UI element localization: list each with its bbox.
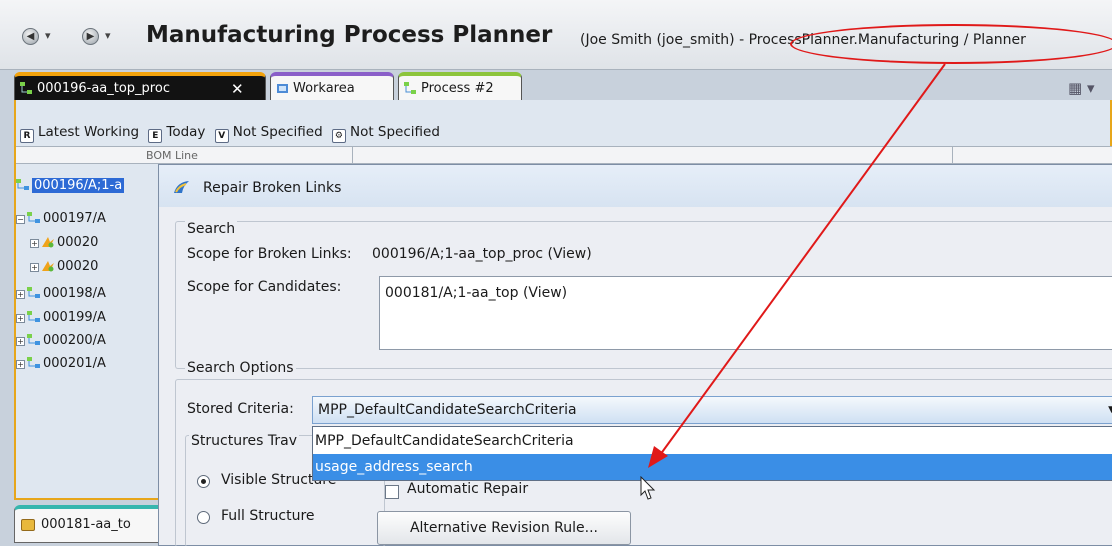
process-structure-icon — [404, 82, 416, 94]
alternative-revision-rule-button[interactable]: Alternative Revision Rule... — [377, 511, 631, 545]
workarea-icon — [277, 84, 288, 93]
scope-broken-links-label: Scope for Broken Links: — [187, 246, 352, 262]
expand-icon[interactable]: + — [16, 290, 25, 299]
variant-icon: V — [214, 129, 229, 143]
back-arrow-icon[interactable]: ◀ — [22, 28, 39, 45]
visible-structure-radio[interactable] — [197, 475, 210, 488]
collapse-icon[interactable]: − — [16, 215, 25, 224]
stored-criteria-value: MPP_DefaultCandidateSearchCriteria — [318, 402, 577, 418]
tab-process-2[interactable]: Process #2 — [398, 72, 522, 100]
layout-menu-icon[interactable]: ▦ ▾ — [1068, 79, 1094, 97]
tree-row-label: 00020 — [57, 259, 99, 274]
process-structure-icon — [27, 212, 40, 223]
dropdown-option-highlighted[interactable]: usage_address_search — [313, 454, 1112, 480]
close-icon[interactable]: ✕ — [231, 76, 244, 102]
expand-icon[interactable]: + — [16, 314, 25, 323]
back-dropdown-icon[interactable]: ▾ — [45, 29, 51, 42]
stored-criteria-dropdown: MPP_DefaultCandidateSearchCriteria usage… — [312, 426, 1112, 481]
process-structure-icon — [27, 334, 40, 345]
column-headers: BOM Line — [16, 146, 1112, 164]
tree-row-label: 000197/A — [43, 211, 106, 226]
user-info: (Joe Smith (joe_smith) - ProcessPlanner.… — [580, 32, 1026, 48]
search-options-legend: Search Options — [185, 360, 296, 376]
revision-rule-bar[interactable]: R Latest Working E Today V Not Specified ⚙ N… — [20, 124, 440, 143]
search-legend: Search — [185, 221, 238, 237]
tab-label: Process #2 — [421, 81, 494, 96]
tab-label: Workarea — [293, 81, 355, 96]
effectivity-label: Today — [166, 124, 206, 140]
tree-row-label: 000199/A — [43, 310, 106, 325]
scope-candidates-label: Scope for Candidates: — [187, 279, 342, 295]
tree-row[interactable]: +00020 — [30, 259, 98, 279]
folder-icon — [21, 519, 35, 531]
column-separator[interactable] — [952, 147, 953, 164]
full-structure-radio[interactable] — [197, 511, 210, 524]
chevron-down-icon[interactable]: ▼ — [1108, 397, 1112, 423]
expand-icon[interactable]: + — [16, 337, 25, 346]
automatic-repair-checkbox[interactable] — [385, 485, 399, 499]
stored-criteria-label: Stored Criteria: — [187, 401, 294, 417]
title-bar: ◀ ▾ ▶ ▾ Manufacturing Process Planner (J… — [0, 0, 1112, 70]
dialog-title: Repair Broken Links — [203, 180, 342, 196]
tab-aa-top[interactable]: 000181-aa_to — [14, 505, 164, 543]
tree-row-label: 00020 — [57, 235, 99, 250]
structures-traversal-legend: Structures Trav — [189, 433, 299, 449]
operation-icon — [42, 237, 54, 248]
closure-rule-icon: ⚙ — [331, 129, 346, 143]
revision-rule-icon: R — [20, 129, 34, 143]
tree-row-label: 000200/A — [43, 333, 106, 348]
tree-row-label: 000198/A — [43, 286, 106, 301]
column-separator[interactable] — [352, 147, 353, 164]
process-structure-icon — [27, 311, 40, 322]
dialog-title-bar[interactable]: Repair Broken Links — [159, 165, 1112, 207]
tree-row[interactable]: − 000197/A — [16, 211, 106, 231]
tree-row-label: 000196/A;1-a — [32, 178, 125, 193]
revision-rule-label: Latest Working — [38, 124, 140, 140]
tab-workarea[interactable]: Workarea — [270, 72, 394, 100]
operation-icon — [42, 261, 54, 272]
tree-row-label: 000201/A — [43, 356, 106, 371]
tree-row[interactable]: +000199/A — [16, 310, 106, 330]
variant-label: Not Specified — [232, 124, 323, 140]
forward-dropdown-icon[interactable]: ▾ — [105, 29, 111, 42]
dialog-app-icon — [174, 181, 189, 193]
process-structure-icon — [16, 179, 29, 190]
tab-label: 000196-aa_top_proc — [37, 81, 170, 96]
dropdown-option[interactable]: MPP_DefaultCandidateSearchCriteria — [313, 428, 1112, 454]
repair-broken-links-dialog: Repair Broken Links Search Scope for Bro… — [158, 164, 1112, 546]
tab-label: 000181-aa_to — [41, 517, 131, 532]
process-structure-icon — [27, 357, 40, 368]
tree-row[interactable]: +000201/A — [16, 356, 106, 376]
column-header-bom-line[interactable]: BOM Line — [146, 149, 198, 162]
process-structure-icon — [20, 82, 32, 94]
process-structure-icon — [27, 287, 40, 298]
expand-icon[interactable]: + — [16, 360, 25, 369]
forward-arrow-icon[interactable]: ▶ — [82, 28, 99, 45]
expand-icon[interactable]: + — [30, 239, 39, 248]
tree-row[interactable]: +000200/A — [16, 333, 106, 353]
full-structure-label: Full Structure — [221, 508, 315, 524]
tree-row[interactable]: +000198/A — [16, 286, 106, 306]
expand-icon[interactable]: + — [30, 263, 39, 272]
tree-row[interactable]: 000196/A;1-a — [16, 178, 125, 198]
stored-criteria-select[interactable]: MPP_DefaultCandidateSearchCriteria ▼ — [312, 396, 1112, 424]
automatic-repair-label: Automatic Repair — [407, 481, 529, 497]
mouse-cursor-icon — [640, 476, 656, 500]
tree-row[interactable]: +00020 — [30, 235, 98, 255]
closure-rule-label: Not Specified — [349, 124, 440, 140]
scope-broken-links-value: 000196/A;1-aa_top_proc (View) — [372, 246, 592, 262]
tab-top-proc[interactable]: 000196-aa_top_proc ✕ — [14, 72, 266, 100]
scope-candidates-field[interactable]: 000181/A;1-aa_top (View) — [379, 276, 1112, 350]
effectivity-icon: E — [148, 129, 163, 143]
app-title: Manufacturing Process Planner — [146, 22, 553, 48]
tab-strip: 000196-aa_top_proc ✕ Workarea Process #2 — [14, 72, 1112, 100]
